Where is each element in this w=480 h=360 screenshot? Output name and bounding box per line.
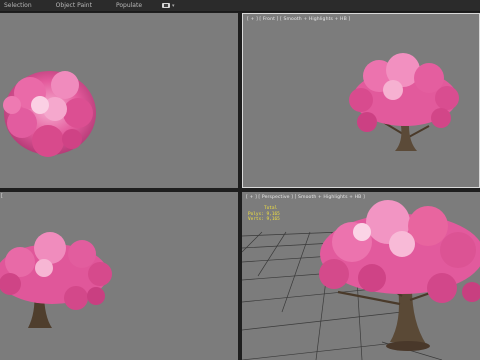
display-icon	[162, 3, 171, 8]
tree-canopy	[319, 200, 480, 303]
tree-canopy	[349, 53, 459, 132]
display-dropdown[interactable]: ▾	[162, 3, 175, 9]
tree-side-view	[0, 232, 112, 328]
viewport-top[interactable]	[0, 13, 238, 188]
viewport-left[interactable]: [	[0, 192, 238, 360]
tree-front-view	[349, 53, 459, 151]
menu-populate[interactable]: Populate	[112, 2, 142, 9]
tree-canopy	[0, 232, 112, 310]
tree-canopy	[3, 71, 96, 157]
chevron-down-icon: ▾	[172, 2, 175, 9]
tree-top-view	[3, 71, 96, 157]
perspective-scene	[242, 200, 480, 360]
menubar: Selection Object Paint Populate ▾	[0, 0, 480, 12]
menu-object-paint[interactable]: Object Paint	[52, 2, 92, 9]
menu-selection[interactable]: Selection	[0, 2, 32, 9]
viewport-perspective[interactable]: [ + ] [ Perspective ] [ Smooth + Highlig…	[242, 192, 480, 360]
viewport-front[interactable]: [ + ] [ Front ] [ Smooth + Highlights + …	[242, 13, 480, 188]
